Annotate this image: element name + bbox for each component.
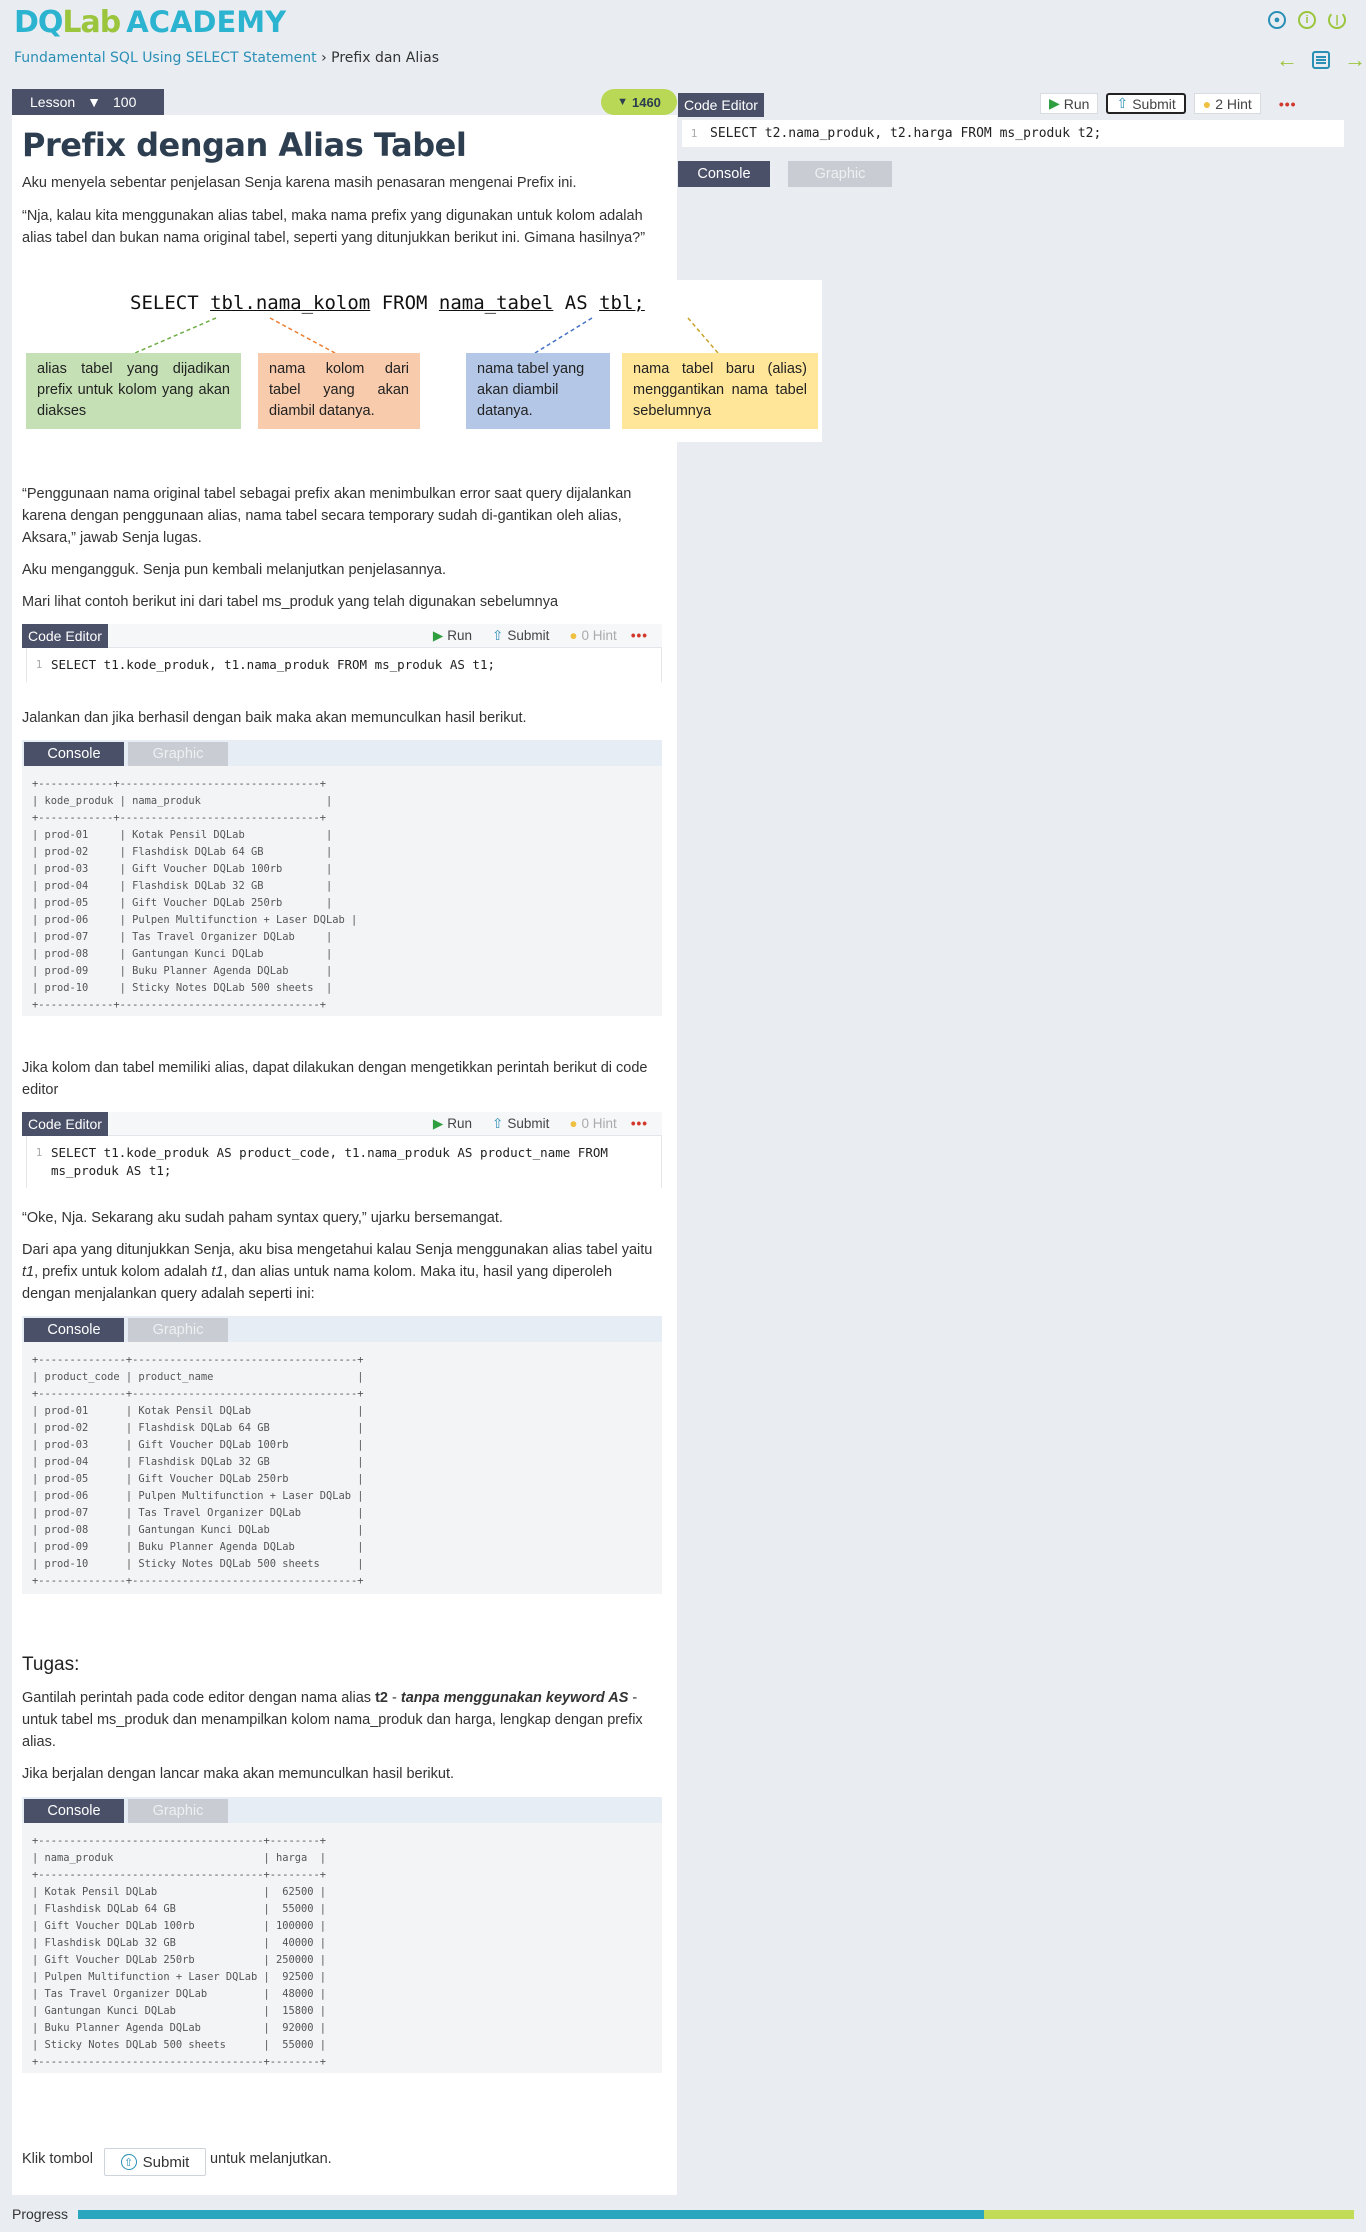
graphic-tab[interactable]: Graphic xyxy=(788,161,892,187)
lesson-xp: 100 xyxy=(113,94,137,110)
paragraph: Mari lihat contoh berikut ini dari tabel… xyxy=(22,594,559,610)
graphic-tab[interactable]: Graphic xyxy=(128,1799,228,1823)
submit-button[interactable]: ⇧ Submit xyxy=(486,627,555,645)
diagram-box-column: nama kolom dari tabel yang akan diambil … xyxy=(258,353,420,429)
graphic-tab[interactable]: Graphic xyxy=(128,1318,228,1342)
upload-icon: ⇧ xyxy=(1116,95,1129,111)
hint-button[interactable]: ● 2 Hint xyxy=(1193,93,1261,114)
diagram-box-table: nama tabel yang akan diambil datanya. xyxy=(466,353,610,429)
console-tab[interactable]: Console xyxy=(24,1318,124,1342)
code-editor-tab: Code Editor xyxy=(22,623,108,648)
code-editor-example-2: Code Editor ▶ Run ⇧ Submit ● 0 Hint ••• 1 SE… xyxy=(22,1111,662,1194)
console-result: +------------+--------------------------… xyxy=(32,778,358,1011)
lesson-tab[interactable]: Lesson ▼ 100 xyxy=(12,89,164,115)
main-code-editor[interactable]: 1 SELECT t2.nama_produk, t2.harga FROM m… xyxy=(682,120,1344,147)
lightbulb-icon: ● xyxy=(569,628,578,643)
paragraph: Jika kolom dan tabel memiliki alias, dap… xyxy=(22,1060,648,1098)
closing-text-a: Klik tombol xyxy=(22,2151,93,2167)
submit-button[interactable]: ⇧ Submit xyxy=(486,1115,555,1133)
user-icon[interactable]: ● xyxy=(1268,11,1286,29)
upload-icon: ⇧ xyxy=(492,1115,504,1131)
paragraph: Aku mengangguk. Senja pun kembali melanj… xyxy=(22,562,447,578)
play-icon: ▶ xyxy=(432,1115,444,1131)
diagram-connectors xyxy=(134,317,719,354)
more-options-icon[interactable]: ••• xyxy=(631,628,648,643)
inline-submit-button[interactable]: ⇧ Submit xyxy=(104,2148,206,2176)
upload-icon: ⇧ xyxy=(492,627,504,643)
page-title: Prefix dengan Alias Tabel xyxy=(22,126,467,164)
breadcrumb-current: Prefix dan Alias xyxy=(331,50,439,66)
task-title: Tugas: xyxy=(22,1654,80,1675)
paragraph: Dari apa yang ditunjukkan Senja, aku bis… xyxy=(22,1242,653,1302)
console-tab[interactable]: Console xyxy=(24,1799,124,1823)
arrow-left-icon[interactable]: ← xyxy=(1276,47,1298,73)
run-button[interactable]: ▶ Run xyxy=(1040,93,1099,114)
hint-button[interactable]: ● 0 Hint xyxy=(563,1115,622,1132)
upload-icon: ⇧ xyxy=(120,2154,137,2170)
lightbulb-icon: ● xyxy=(569,1116,578,1131)
code-editor-example-1: Code Editor ▶ Run ⇧ Submit ● 0 Hint ••• 1 SE… xyxy=(22,623,662,696)
code-area[interactable]: 1 SELECT t1.kode_produk, t1.nama_produk F… xyxy=(26,648,662,682)
paragraph: Jika berjalan dengan lancar maka akan me… xyxy=(22,1766,455,1782)
breadcrumb-course-link[interactable]: Fundamental SQL Using SELECT Statement xyxy=(14,50,317,66)
top-icon-group: ● i | xyxy=(1268,11,1346,29)
code-line: SELECT t1.kode_produk AS product_code, t… xyxy=(51,1145,608,1178)
progress-fill xyxy=(78,2210,984,2219)
score-badge: ▼ 1460 xyxy=(601,89,677,115)
paragraph: “Oke, Nja. Sekarang aku sudah paham synt… xyxy=(22,1210,503,1226)
console-tab[interactable]: Console xyxy=(24,742,124,766)
play-icon: ▶ xyxy=(432,627,444,643)
progress-label: Progress xyxy=(12,2206,69,2222)
diagram-box-prefix: alias tabel yang dijadikan prefix untuk … xyxy=(26,353,241,429)
lightbulb-icon: ● xyxy=(1202,95,1212,112)
paragraph: Jalankan dan jika berhasil dengan baik m… xyxy=(22,710,527,726)
more-options-icon[interactable]: ••• xyxy=(1279,96,1297,112)
diagram-box-alias: nama tabel baru (alias) menggantikan nam… xyxy=(622,353,818,429)
code-line: SELECT t1.kode_produk, t1.nama_produk FR… xyxy=(51,657,496,672)
list-icon[interactable] xyxy=(1312,51,1330,69)
trophy-icon: ▼ xyxy=(617,96,628,108)
lesson-nav: ← → xyxy=(1276,47,1366,73)
code-line: SELECT t2.nama_produk, t2.harga FROM ms_… xyxy=(710,126,1102,141)
console-output-1: Console Graphic +------------+----------… xyxy=(22,740,662,1016)
hint-button[interactable]: ● 0 Hint xyxy=(563,627,622,644)
right-editor-toolbar: ▶ Run ⇧ Submit ● 2 Hint ••• xyxy=(1040,93,1297,114)
dqlab-academy-logo[interactable]: DQ Lab ACADEMY xyxy=(14,2,286,42)
power-icon[interactable]: | xyxy=(1328,11,1346,29)
run-button[interactable]: ▶ Run xyxy=(427,1115,478,1133)
task-paragraph: Gantilah perintah pada code editor denga… xyxy=(22,1690,643,1750)
code-area[interactable]: 1 SELECT t1.kode_produk AS product_code, … xyxy=(26,1136,662,1188)
console-tab[interactable]: Console xyxy=(678,161,770,187)
run-button[interactable]: ▶ Run xyxy=(427,627,478,645)
console-output-3: Console Graphic +-----------------------… xyxy=(22,1797,662,2073)
submit-button[interactable]: ⇧ Submit xyxy=(1106,93,1186,114)
console-result: +--------------+------------------------… xyxy=(32,1354,364,1587)
console-result: +------------------------------------+--… xyxy=(32,1835,327,2068)
code-editor-tab: Code Editor xyxy=(22,1111,108,1136)
breadcrumb: Fundamental SQL Using SELECT Statement ›… xyxy=(14,50,439,66)
console-output-2: Console Graphic +--------------+--------… xyxy=(22,1316,662,1594)
paragraph: “Nja, kalau kita menggunakan alias tabel… xyxy=(22,208,646,246)
arrow-right-icon[interactable]: → xyxy=(1344,47,1366,73)
paragraph: Aku menyela sebentar penjelasan Senja ka… xyxy=(22,175,577,191)
graphic-tab[interactable]: Graphic xyxy=(128,742,228,766)
trophy-icon: ▼ xyxy=(87,94,102,110)
closing-text-b: untuk melanjutkan. xyxy=(210,2151,332,2167)
play-icon: ▶ xyxy=(1049,95,1060,111)
more-options-icon[interactable]: ••• xyxy=(631,1116,648,1131)
paragraph: “Penggunaan nama original tabel sebagai … xyxy=(22,486,632,546)
info-icon[interactable]: i xyxy=(1298,11,1316,29)
right-code-editor-tab: Code Editor xyxy=(678,93,764,117)
